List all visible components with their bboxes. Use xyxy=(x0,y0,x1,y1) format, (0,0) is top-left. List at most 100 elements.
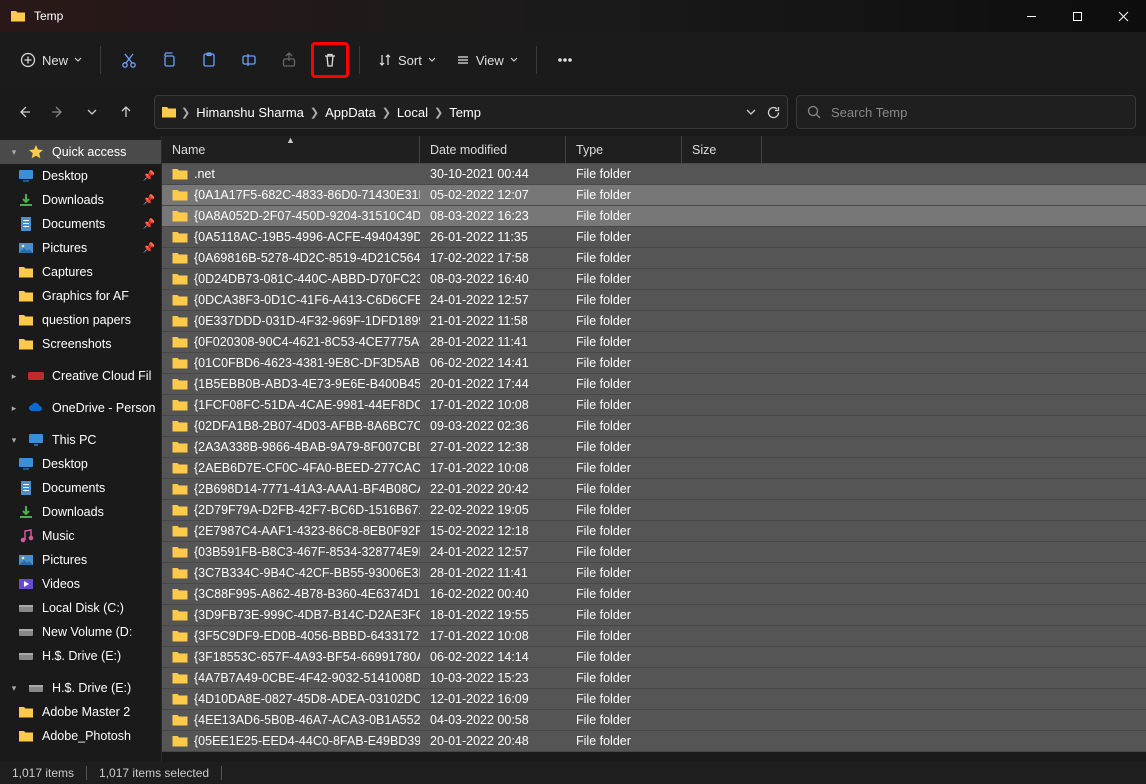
sidebar-item[interactable]: Pictures📌 xyxy=(0,236,161,260)
more-button[interactable] xyxy=(547,42,583,78)
paste-button[interactable] xyxy=(191,42,227,78)
refresh-icon[interactable] xyxy=(766,105,781,120)
sort-button[interactable]: Sort xyxy=(370,42,444,78)
sidebar-item[interactable]: Screenshots xyxy=(0,332,161,356)
folder-icon xyxy=(10,8,26,24)
expand-icon[interactable]: ▸ xyxy=(8,371,20,382)
file-type: File folder xyxy=(566,629,682,643)
col-date[interactable]: Date modified xyxy=(420,136,566,163)
table-row[interactable]: {0A69816B-5278-4D2C-8519-4D21C5646B...17… xyxy=(162,248,1146,269)
sidebar-item-label: Creative Cloud Fil xyxy=(52,369,151,383)
table-row[interactable]: {03B591FB-B8C3-467F-8534-328774E9BD...24… xyxy=(162,542,1146,563)
sidebar-item[interactable]: Local Disk (C:) xyxy=(0,596,161,620)
table-row[interactable]: {4A7B7A49-0CBE-4F42-9032-5141008D4D...10… xyxy=(162,668,1146,689)
table-row[interactable]: {02DFA1B8-2B07-4D03-AFBB-8A6BC7C0...09-0… xyxy=(162,416,1146,437)
breadcrumb-item[interactable]: Local xyxy=(395,103,430,122)
table-row[interactable]: {2D79F79A-D2FB-42F7-BC6D-1516B6710...22-… xyxy=(162,500,1146,521)
table-row[interactable]: {3C88F995-A862-4B78-B360-4E6374D143...16… xyxy=(162,584,1146,605)
sidebar-item[interactable]: Downloads📌 xyxy=(0,188,161,212)
maximize-button[interactable] xyxy=(1054,0,1100,32)
table-row[interactable]: {0E337DDD-031D-4F32-969F-1DFD189964...21… xyxy=(162,311,1146,332)
table-row[interactable]: {0D24DB73-081C-440C-ABBD-D70FC2371...08-… xyxy=(162,269,1146,290)
sidebar-item[interactable]: ▾H.$. Drive (E:) xyxy=(0,676,161,700)
sidebar-item[interactable]: Documents xyxy=(0,476,161,500)
sidebar-item[interactable]: Desktop xyxy=(0,452,161,476)
sidebar-item[interactable]: question papers xyxy=(0,308,161,332)
sidebar-item[interactable]: Documents📌 xyxy=(0,212,161,236)
table-row[interactable]: {0F020308-90C4-4621-8C53-4CE7775A6A...28… xyxy=(162,332,1146,353)
sidebar-item[interactable]: Downloads xyxy=(0,500,161,524)
breadcrumb-item[interactable]: Temp xyxy=(447,103,483,122)
expand-icon[interactable]: ▸ xyxy=(8,403,20,414)
sidebar-item[interactable]: Graphics for AF xyxy=(0,284,161,308)
address-bar[interactable]: ❯ Himanshu Sharma ❯ AppData ❯ Local ❯ Te… xyxy=(154,95,788,129)
table-row[interactable]: {1B5EBB0B-ABD3-4E73-9E6E-B400B45B1...20-… xyxy=(162,374,1146,395)
table-row[interactable]: {2A3A338B-9866-4BAB-9A79-8F007CBD8...27-… xyxy=(162,437,1146,458)
sidebar-item[interactable]: ▾This PC xyxy=(0,428,161,452)
table-row[interactable]: {3F18553C-657F-4A93-BF54-66991780AE6...0… xyxy=(162,647,1146,668)
cut-button[interactable] xyxy=(111,42,147,78)
view-button[interactable]: View xyxy=(448,42,526,78)
table-row[interactable]: {2B698D14-7771-41A3-AAA1-BF4B08CA0...22-… xyxy=(162,479,1146,500)
table-row[interactable]: {3D9FB73E-999C-4DB7-B14C-D2AE3FC7A...18-… xyxy=(162,605,1146,626)
table-row[interactable]: .net30-10-2021 00:44File folder xyxy=(162,164,1146,185)
recent-button[interactable] xyxy=(78,98,106,126)
sidebar-item-label: Adobe_Photosh xyxy=(42,729,131,743)
table-row[interactable]: {3F5C9DF9-ED0B-4056-BBBD-64331725E5...17… xyxy=(162,626,1146,647)
sidebar-item[interactable]: Videos xyxy=(0,572,161,596)
share-button[interactable] xyxy=(271,42,307,78)
table-row[interactable]: {3C7B334C-9B4C-42CF-BB55-93006E3E9...28-… xyxy=(162,563,1146,584)
sidebar-item[interactable]: Captures xyxy=(0,260,161,284)
sidebar-item[interactable]: ▾Quick access xyxy=(0,140,161,164)
pin-icon: 📌 xyxy=(143,219,155,230)
table-row[interactable]: {0DCA38F3-0D1C-41F6-A413-C6D6CFB4...24-0… xyxy=(162,290,1146,311)
table-row[interactable]: {01C0FBD6-4623-4381-9E8C-DF3D5ABF8...06-… xyxy=(162,353,1146,374)
expand-icon[interactable]: ▾ xyxy=(8,683,20,694)
close-button[interactable] xyxy=(1100,0,1146,32)
col-size[interactable]: Size xyxy=(682,136,762,163)
rename-button[interactable] xyxy=(231,42,267,78)
file-type: File folder xyxy=(566,398,682,412)
table-row[interactable]: {1FCF08FC-51DA-4CAE-9981-44EF8DCA5...17-… xyxy=(162,395,1146,416)
file-name: {2A3A338B-9866-4BAB-9A79-8F007CBD8... xyxy=(194,440,420,454)
table-row[interactable]: {4EE13AD6-5B0B-46A7-ACA3-0B1A55237...04-… xyxy=(162,710,1146,731)
minimize-button[interactable] xyxy=(1008,0,1054,32)
table-row[interactable]: {0A1A17F5-682C-4833-86D0-71430E31EF...05… xyxy=(162,185,1146,206)
file-type: File folder xyxy=(566,587,682,601)
expand-icon[interactable]: ▾ xyxy=(8,435,20,446)
chevron-right-icon[interactable]: ❯ xyxy=(310,106,319,119)
file-type: File folder xyxy=(566,713,682,727)
col-name[interactable]: Name▲ xyxy=(162,136,420,163)
sidebar-item[interactable]: Desktop📌 xyxy=(0,164,161,188)
chevron-right-icon[interactable]: ❯ xyxy=(181,106,190,119)
sidebar-item[interactable]: ▸ Creative Cloud Fil xyxy=(0,364,161,388)
sidebar-item[interactable]: Pictures xyxy=(0,548,161,572)
back-button[interactable] xyxy=(10,98,38,126)
table-row[interactable]: {05EE1E25-EED4-44C0-8FAB-E49BD39420...20… xyxy=(162,731,1146,752)
table-row[interactable]: {0A8A052D-2F07-450D-9204-31510C4DA...08-… xyxy=(162,206,1146,227)
table-row[interactable]: {4D10DA8E-0827-45D8-ADEA-03102DC2...12-0… xyxy=(162,689,1146,710)
file-date: 22-01-2022 20:42 xyxy=(420,482,566,496)
sidebar-item[interactable]: ▸OneDrive - Person xyxy=(0,396,161,420)
sidebar-item[interactable]: Adobe Master 2 xyxy=(0,700,161,724)
sidebar-item[interactable]: New Volume (D: xyxy=(0,620,161,644)
table-row[interactable]: {2AEB6D7E-CF0C-4FA0-BEED-277CAC5E3...17-… xyxy=(162,458,1146,479)
breadcrumb-item[interactable]: AppData xyxy=(323,103,378,122)
sidebar-item[interactable]: Adobe_Photosh xyxy=(0,724,161,748)
copy-button[interactable] xyxy=(151,42,187,78)
chevron-down-icon[interactable] xyxy=(746,107,756,117)
sidebar-item[interactable]: H.$. Drive (E:) xyxy=(0,644,161,668)
forward-button[interactable] xyxy=(44,98,72,126)
search-input[interactable]: Search Temp xyxy=(796,95,1136,129)
chevron-right-icon[interactable]: ❯ xyxy=(434,106,443,119)
sidebar-item[interactable]: Music xyxy=(0,524,161,548)
breadcrumb-item[interactable]: Himanshu Sharma xyxy=(194,103,306,122)
col-type[interactable]: Type xyxy=(566,136,682,163)
chevron-right-icon[interactable]: ❯ xyxy=(382,106,391,119)
table-row[interactable]: {2E7987C4-AAF1-4323-86C8-8EB0F92F23...15… xyxy=(162,521,1146,542)
up-button[interactable] xyxy=(112,98,140,126)
new-button[interactable]: New xyxy=(12,42,90,78)
delete-button[interactable] xyxy=(311,42,349,78)
expand-icon[interactable]: ▾ xyxy=(8,147,20,158)
table-row[interactable]: {0A5118AC-19B5-4996-ACFE-4940439D9...26-… xyxy=(162,227,1146,248)
